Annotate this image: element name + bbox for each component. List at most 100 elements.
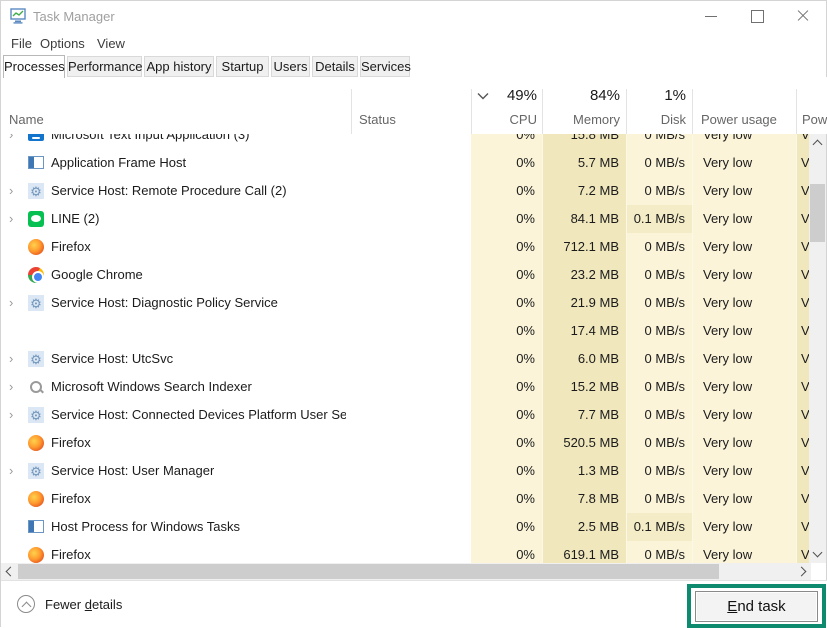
frame-icon — [28, 520, 44, 533]
chevron-up-circle-icon — [17, 595, 35, 613]
cpu-cell: 0% — [471, 345, 542, 373]
scroll-up-icon[interactable] — [813, 140, 823, 150]
power-usage-cell: Very low — [692, 233, 796, 261]
tab-processes[interactable]: Processes — [3, 55, 65, 78]
menu-view[interactable]: View — [93, 34, 129, 53]
cpu-cell: 0% — [471, 429, 542, 457]
column-header-name[interactable]: Name — [9, 112, 44, 127]
process-row[interactable]: ›Service Host: User Manager0%1.3 MB0 MB/… — [1, 457, 811, 485]
expand-chevron-icon[interactable]: › — [9, 464, 19, 478]
disk-total-value: 1% — [626, 87, 686, 104]
scroll-left-icon[interactable] — [6, 567, 16, 577]
cpu-cell: 0% — [471, 261, 542, 289]
process-row[interactable]: Application Frame Host0%5.7 MB0 MB/sVery… — [1, 149, 811, 177]
horizontal-scrollbar-thumb[interactable] — [18, 564, 719, 579]
expand-chevron-icon[interactable]: › — [9, 212, 19, 226]
memory-cell: 619.1 MB — [542, 541, 626, 563]
process-row[interactable]: ›Microsoft Windows Search Indexer0%15.2 … — [1, 373, 811, 401]
horizontal-scrollbar[interactable] — [1, 563, 811, 580]
scroll-right-icon[interactable] — [797, 567, 807, 577]
process-table-body: ›Microsoft Text Input Application (3)0%1… — [1, 134, 811, 563]
maximize-button[interactable] — [734, 1, 780, 31]
expand-chevron-icon[interactable]: › — [9, 134, 19, 142]
power-usage-cell: Very low — [692, 205, 796, 233]
disk-cell: 0 MB/s — [626, 233, 692, 261]
cpu-cell: 0% — [471, 149, 542, 177]
tab-strip: ProcessesPerformanceApp historyStartupUs… — [3, 55, 826, 77]
process-name: Microsoft Windows Search Indexer — [51, 379, 252, 394]
process-row[interactable]: › Microsoft Text Input Application (3) 0%1… — [1, 134, 811, 149]
memory-cell: 15.8 MB — [542, 134, 626, 149]
minimize-button[interactable] — [688, 1, 734, 31]
power-usage-cell: Very low — [692, 134, 796, 149]
column-header-disk[interactable]: Disk — [626, 112, 686, 127]
process-row[interactable]: ›Service Host: Remote Procedure Call (2)… — [1, 177, 811, 205]
cpu-cell: 0% — [471, 134, 542, 149]
expand-chevron-icon[interactable]: › — [9, 184, 19, 198]
disk-cell: 0 MB/s — [626, 457, 692, 485]
tab-startup[interactable]: Startup — [216, 56, 269, 77]
process-name: Firefox — [51, 547, 91, 562]
vertical-scrollbar[interactable] — [809, 134, 826, 563]
column-header-power-usage[interactable]: Power usage — [701, 112, 777, 127]
process-row[interactable]: ›Service Host: UtcSvc0%6.0 MB0 MB/sVery … — [1, 345, 811, 373]
process-row[interactable]: ›LINE (2)0%84.1 MB0.1 MB/sVery lowVe — [1, 205, 811, 233]
scroll-down-icon[interactable] — [813, 548, 823, 558]
power-usage-cell: Very low — [692, 177, 796, 205]
gear-icon — [28, 295, 44, 311]
cpu-cell: 0% — [471, 485, 542, 513]
tab-app-history[interactable]: App history — [144, 56, 214, 77]
cpu-cell: 0% — [471, 541, 542, 563]
process-name: Google Chrome — [51, 267, 143, 282]
tab-details[interactable]: Details — [312, 56, 358, 77]
cpu-cell: 0% — [471, 317, 542, 345]
process-name: Service Host: User Manager — [51, 463, 214, 478]
memory-cell: 7.7 MB — [542, 401, 626, 429]
menu-options[interactable]: Options — [36, 34, 89, 53]
menu-file[interactable]: File — [7, 34, 36, 53]
tab-services[interactable]: Services — [360, 56, 410, 77]
expand-chevron-icon[interactable]: › — [9, 408, 19, 422]
process-name: Microsoft Text Input Application (3) — [51, 134, 249, 142]
cpu-cell: 0% — [471, 205, 542, 233]
cpu-cell: 0% — [471, 457, 542, 485]
expand-chevron-icon[interactable]: › — [9, 380, 19, 394]
cpu-cell: 0% — [471, 289, 542, 317]
disk-cell: 0 MB/s — [626, 429, 692, 457]
process-row[interactable]: Firefox0%7.8 MB0 MB/sVery lowVe — [1, 485, 811, 513]
process-row[interactable]: Host Process for Windows Tasks0%2.5 MB0.… — [1, 513, 811, 541]
process-row[interactable]: › Service Host: Diagnostic Policy Service… — [1, 289, 811, 317]
vertical-scrollbar-thumb[interactable] — [810, 184, 825, 242]
disk-cell: 0 MB/s — [626, 149, 692, 177]
expand-chevron-icon[interactable]: › — [9, 352, 19, 366]
column-header-power-usage-trend[interactable]: Powe — [802, 112, 827, 127]
table-header: Name Status 49% CPU 84% Memory 1% Disk P… — [1, 77, 827, 134]
close-button[interactable] — [780, 1, 826, 31]
tab-performance[interactable]: Performance — [67, 56, 142, 77]
tab-users[interactable]: Users — [271, 56, 310, 77]
gear-icon — [28, 407, 44, 423]
process-row[interactable]: Google Chrome0%23.2 MB0 MB/sVery lowVe — [1, 261, 811, 289]
power-usage-cell: Very low — [692, 485, 796, 513]
firefox-icon — [28, 547, 44, 563]
column-header-status[interactable]: Status — [359, 112, 396, 127]
process-name: Application Frame Host — [51, 155, 186, 170]
gear-icon — [28, 183, 44, 199]
column-header-cpu[interactable]: CPU — [471, 112, 537, 127]
process-row[interactable]: Firefox0%520.5 MB0 MB/sVery lowVe — [1, 429, 811, 457]
process-name: Service Host: Diagnostic Policy Service — [51, 295, 278, 310]
disk-cell: 0.1 MB/s — [626, 513, 692, 541]
column-header-memory[interactable]: Memory — [542, 112, 620, 127]
power-usage-cell: Very low — [692, 457, 796, 485]
expand-chevron-icon[interactable]: › — [9, 296, 19, 310]
process-name: Host Process for Windows Tasks — [51, 519, 240, 534]
end-task-button[interactable]: End task — [695, 591, 818, 622]
process-row[interactable]: 0%17.4 MB0 MB/sVery lowVe — [1, 317, 811, 345]
cpu-cell: 0% — [471, 177, 542, 205]
disk-cell: 0 MB/s — [626, 177, 692, 205]
process-row[interactable]: ›Service Host: Connected Devices Platfor… — [1, 401, 811, 429]
process-row[interactable]: Firefox0%619.1 MB0 MB/sVery lowVe — [1, 541, 811, 563]
footer-bar: Fewer details End task — [1, 580, 827, 628]
firefox-icon — [28, 491, 44, 507]
process-row[interactable]: Firefox0%712.1 MB0 MB/sVery lowVe — [1, 233, 811, 261]
